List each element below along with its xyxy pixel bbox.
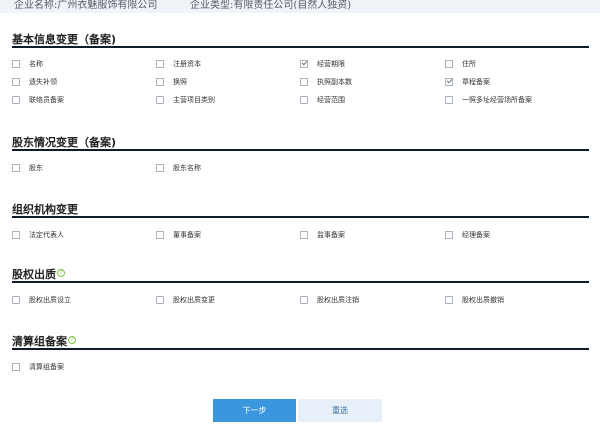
checkbox-box[interactable] <box>445 60 453 68</box>
checkbox-articles-filing[interactable]: 章程备案 <box>445 76 490 88</box>
checkbox-box[interactable] <box>300 78 308 86</box>
checkbox-license-copies[interactable]: 执照副本数 <box>300 76 352 88</box>
checkbox-box[interactable] <box>12 96 20 104</box>
help-icon[interactable]: ? <box>57 269 65 277</box>
checkbox-supervisor-filing[interactable]: 监事备案 <box>300 229 345 241</box>
checkbox-box[interactable] <box>300 96 308 104</box>
checkbox-box[interactable] <box>156 296 164 304</box>
checkbox-name[interactable]: 名称 <box>12 58 43 70</box>
checkbox-legal-representative[interactable]: 法定代表人 <box>12 229 64 241</box>
section-title-shareholder: 股东情况变更（备案) <box>12 136 117 149</box>
section-divider <box>12 281 589 283</box>
checkbox-box[interactable] <box>445 78 453 86</box>
section-divider <box>12 348 589 350</box>
checkbox-label: 章程备案 <box>462 78 490 86</box>
checkbox-shareholder-name[interactable]: 股东名称 <box>156 162 201 174</box>
section-title-text: 股权出质 <box>12 268 56 281</box>
checkbox-multi-site-filing[interactable]: 一照多址经营场所备案 <box>445 94 532 106</box>
checkbox-label: 执照副本数 <box>317 78 352 86</box>
checkbox-label: 经理备案 <box>462 231 490 239</box>
checkbox-label: 换照 <box>173 78 187 86</box>
checkbox-shareholder[interactable]: 股东 <box>12 162 43 174</box>
checkbox-label: 股东 <box>29 164 43 172</box>
checkbox-box[interactable] <box>12 296 20 304</box>
checkbox-box[interactable] <box>445 96 453 104</box>
checkbox-label: 名称 <box>29 60 43 68</box>
checkbox-label: 股权出质变更 <box>173 296 215 304</box>
next-step-button[interactable]: 下一步 <box>213 399 296 422</box>
checkbox-box[interactable] <box>12 164 20 172</box>
section-title-org: 组织机构变更 <box>12 203 78 216</box>
checkbox-box[interactable] <box>300 296 308 304</box>
checkbox-label: 法定代表人 <box>29 231 64 239</box>
checkbox-label: 股权出质撤销 <box>462 296 504 304</box>
checkbox-box[interactable] <box>12 363 20 371</box>
section-divider <box>12 216 589 218</box>
checkbox-business-scope[interactable]: 经营范围 <box>300 94 345 106</box>
checkbox-box[interactable] <box>156 164 164 172</box>
company-name: 企业名称:广州衣魅服饰有限公司 <box>14 0 158 11</box>
checkbox-box[interactable] <box>156 96 164 104</box>
checkbox-pledge-change[interactable]: 股权出质变更 <box>156 294 215 306</box>
checkbox-label: 股权出质注销 <box>317 296 359 304</box>
section-title-basic: 基本信息变更（备案) <box>12 33 117 46</box>
checkbox-box[interactable] <box>156 60 164 68</box>
checkbox-pledge-revoke[interactable]: 股权出质撤销 <box>445 294 504 306</box>
checkbox-liaison-filing[interactable]: 联络员备案 <box>12 94 64 106</box>
checkbox-box[interactable] <box>12 78 20 86</box>
checkbox-box[interactable] <box>445 296 453 304</box>
section-title-pledge: 股权出质? <box>12 268 65 282</box>
checkbox-license-renewal[interactable]: 换照 <box>156 76 187 88</box>
checkbox-label: 联络员备案 <box>29 96 64 104</box>
checkbox-box[interactable] <box>156 78 164 86</box>
checkbox-label: 主营项目类别 <box>173 96 215 104</box>
section-divider <box>12 46 589 48</box>
checkbox-label: 一照多址经营场所备案 <box>462 96 532 104</box>
checkbox-label: 注册资本 <box>173 60 201 68</box>
checkbox-main-business-category[interactable]: 主营项目类别 <box>156 94 215 106</box>
help-icon[interactable]: ? <box>68 336 76 344</box>
checkbox-operating-period[interactable]: 经营期限 <box>300 58 345 70</box>
section-title-liquidation: 清算组备案? <box>12 335 76 349</box>
checkbox-label: 经营范围 <box>317 96 345 104</box>
checkbox-label: 监事备案 <box>317 231 345 239</box>
checkbox-label: 董事备案 <box>173 231 201 239</box>
checkbox-box[interactable] <box>445 231 453 239</box>
checkbox-manager-filing[interactable]: 经理备案 <box>445 229 490 241</box>
company-type: 企业类型:有限责任公司(自然人独资) <box>190 0 352 11</box>
checkbox-box[interactable] <box>12 60 20 68</box>
checkbox-lost-reissue[interactable]: 遗失补领 <box>12 76 57 88</box>
section-divider <box>12 149 589 151</box>
checkbox-label: 清算组备案 <box>29 363 64 371</box>
checkbox-liquidation-filing[interactable]: 清算组备案 <box>12 361 64 373</box>
checkbox-label: 遗失补领 <box>29 78 57 86</box>
checkbox-box[interactable] <box>300 60 308 68</box>
checkbox-box[interactable] <box>300 231 308 239</box>
checkbox-label: 股东名称 <box>173 164 201 172</box>
section-title-text: 清算组备案 <box>12 335 67 348</box>
checkbox-label: 股权出质设立 <box>29 296 71 304</box>
checkbox-box[interactable] <box>156 231 164 239</box>
company-info-bar: 企业名称:广州衣魅服饰有限公司 企业类型:有限责任公司(自然人独资) <box>0 0 600 13</box>
checkbox-domicile[interactable]: 住所 <box>445 58 476 70</box>
checkbox-label: 经营期限 <box>317 60 345 68</box>
checkbox-registered-capital[interactable]: 注册资本 <box>156 58 201 70</box>
checkbox-box[interactable] <box>12 231 20 239</box>
checkbox-pledge-establish[interactable]: 股权出质设立 <box>12 294 71 306</box>
checkbox-pledge-cancel[interactable]: 股权出质注销 <box>300 294 359 306</box>
reset-button[interactable]: 重选 <box>298 399 382 422</box>
checkbox-director-filing[interactable]: 董事备案 <box>156 229 201 241</box>
checkbox-label: 住所 <box>462 60 476 68</box>
